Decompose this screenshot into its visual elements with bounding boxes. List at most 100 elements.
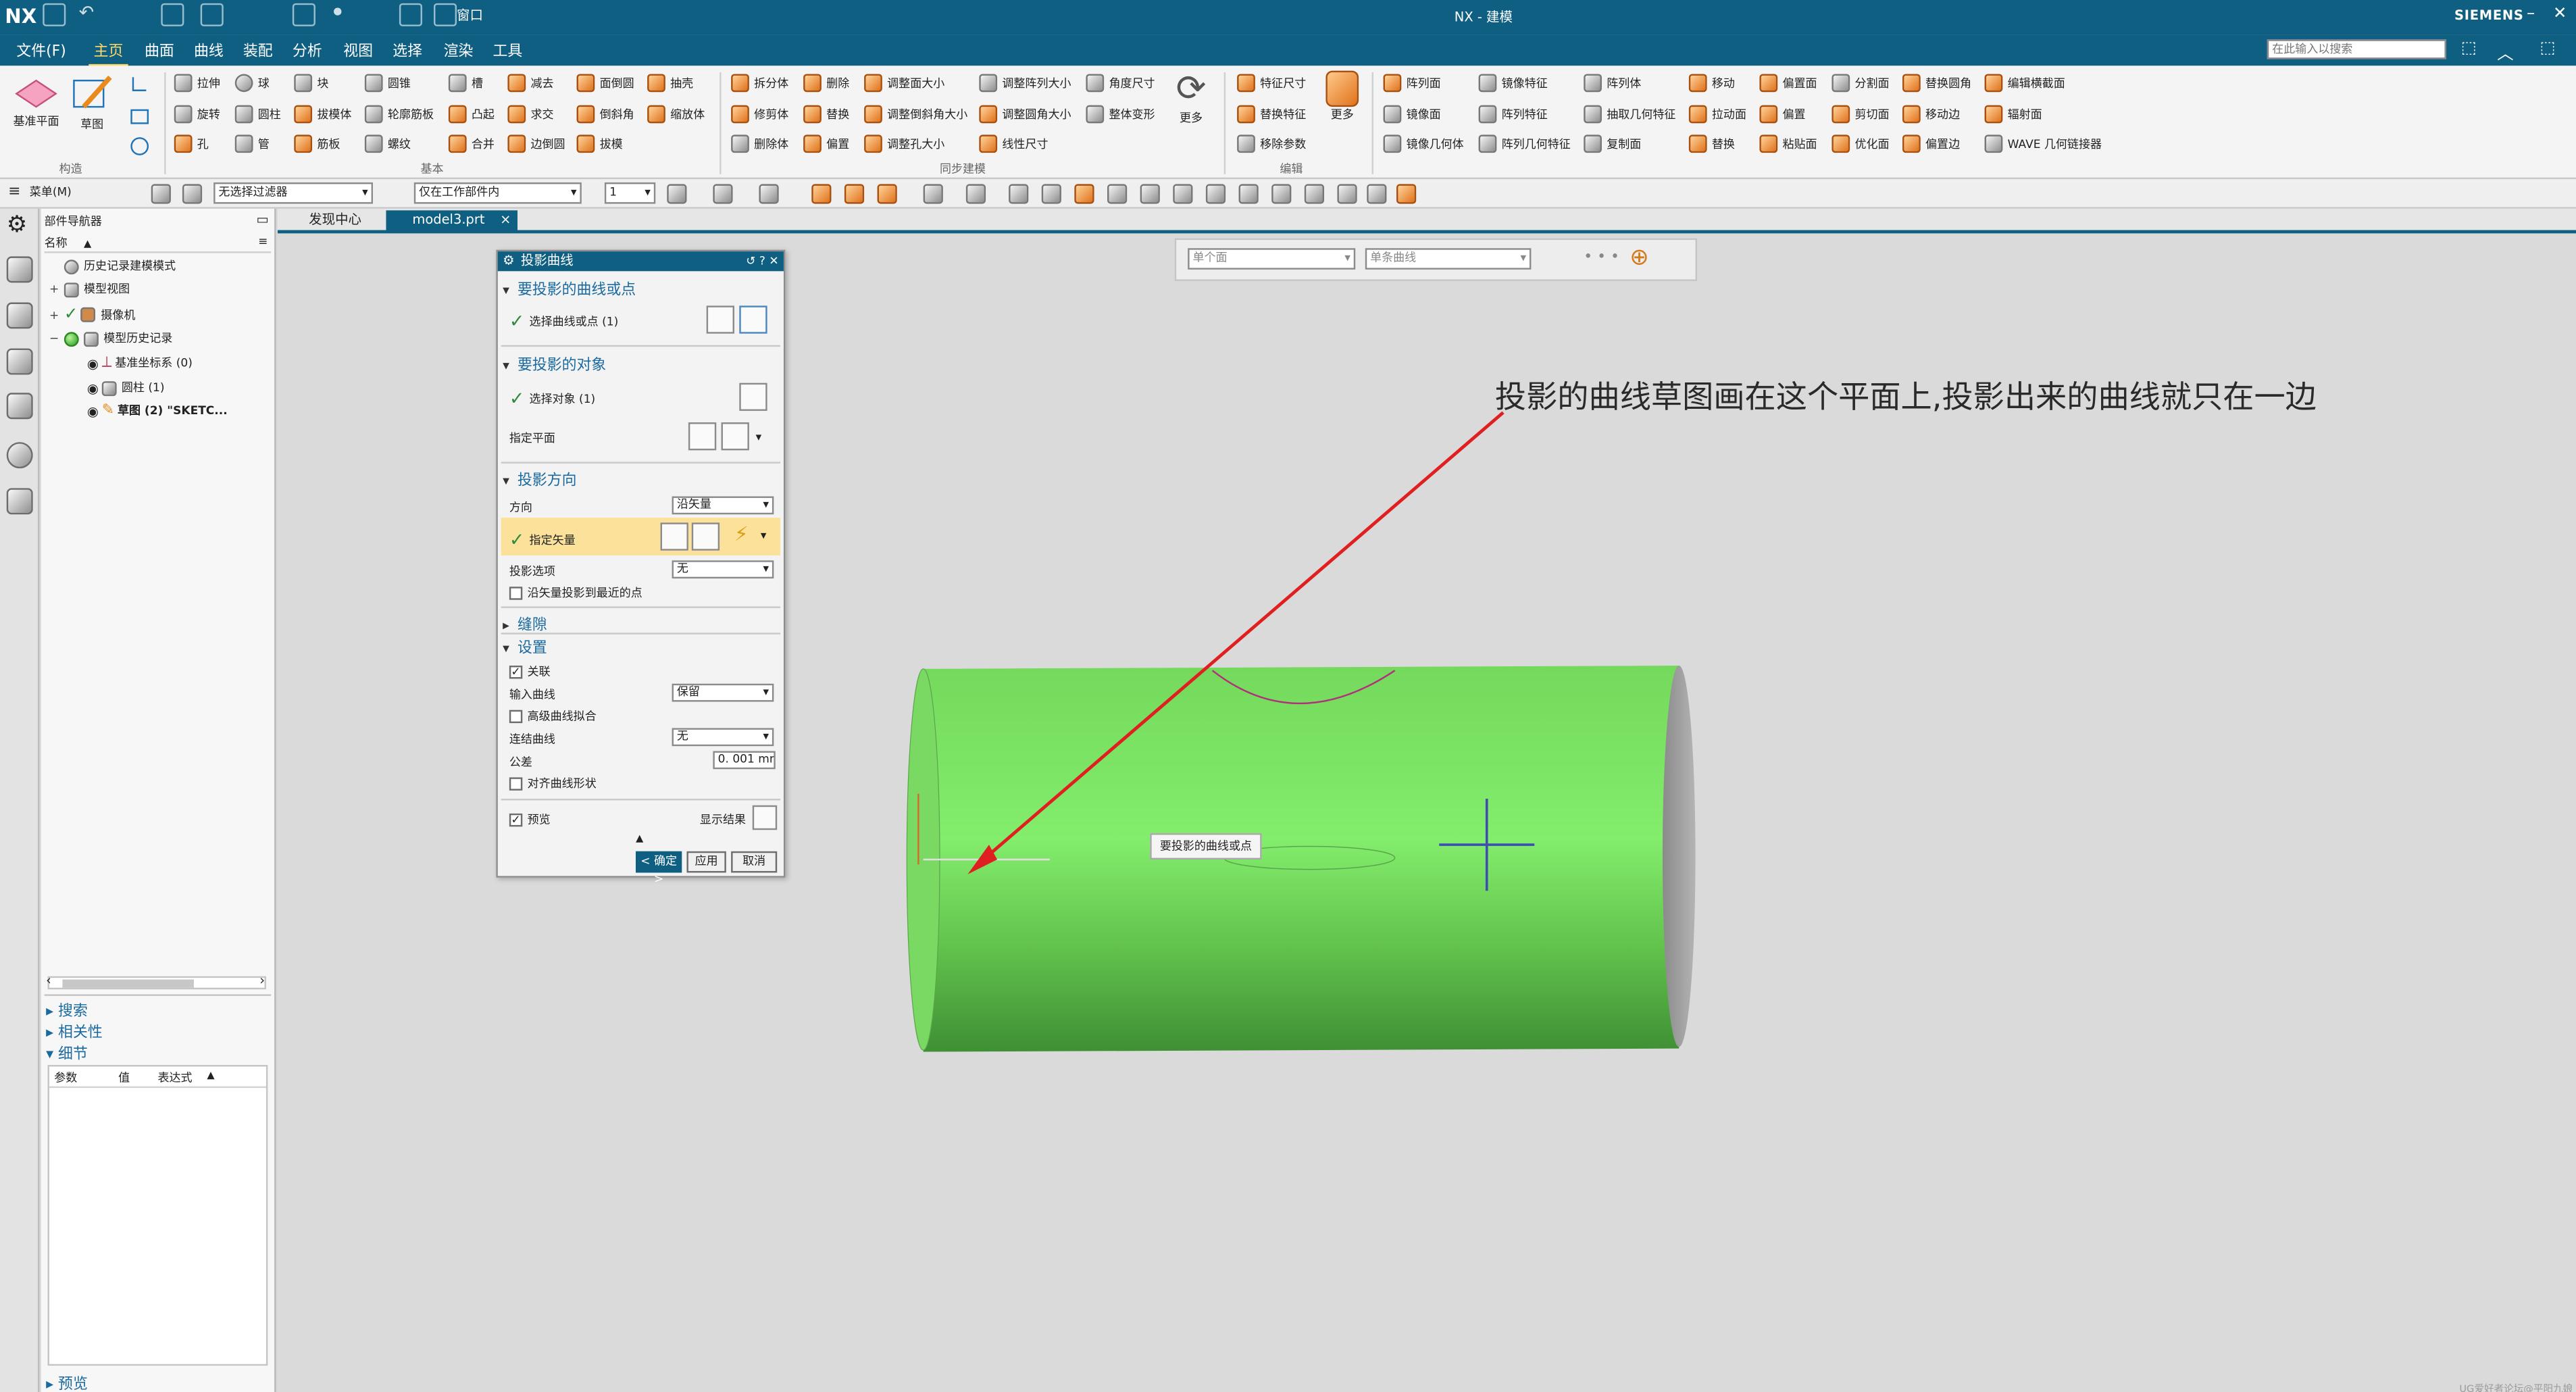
apply-button[interactable]: 应用 [686,851,726,873]
dialog-title-buttons[interactable]: ↺ ? ✕ [746,251,778,271]
resize-pattern-button[interactable]: 调整阵列大小 [979,74,1071,93]
divide-face-button[interactable]: 分割面 [1832,74,1890,93]
snap-grey-8-icon[interactable] [1205,184,1226,204]
preview-row[interactable]: ✓ 预览 [509,812,551,828]
tab-render[interactable]: 渲染 [444,39,474,61]
extract-geometry-button[interactable]: 抽取几何特征 [1584,105,1675,124]
snap-grey-4-icon[interactable] [1041,184,1061,204]
expand-icon[interactable]: + [49,308,61,321]
snap-grey-6-icon[interactable] [1140,184,1160,204]
hole-button[interactable]: 孔 [174,134,209,153]
tab-select[interactable]: 选择 [393,39,422,61]
point-dialog-icon[interactable] [706,305,734,334]
replace-blend-button[interactable]: 替换圆角 [1902,74,1971,93]
snap-grey-13-icon[interactable] [1367,184,1387,204]
tab-home[interactable]: 主页 [89,39,128,68]
mirror-face-button[interactable]: 镜像面 [1383,105,1441,124]
cone-button[interactable]: 圆锥 [364,74,411,93]
revolve-button[interactable]: 旋转 [174,105,220,124]
expand-icon[interactable]: + [49,282,61,295]
preview-checkbox[interactable]: ✓ [509,813,523,827]
tree-node-model-history[interactable]: − 模型历史记录 [49,330,172,347]
assembly-navigator-icon[interactable] [6,302,33,329]
nearest-point-row[interactable]: 沿矢量投影到最近的点 [509,585,642,601]
mirror-geometry-button[interactable]: 镜像几何体 [1383,134,1464,153]
constraint-navigator-icon[interactable] [6,348,33,375]
resize-hole-button[interactable]: 调整孔大小 [864,134,944,153]
split-body-button[interactable]: 拆分体 [731,74,788,93]
advanced-fit-checkbox[interactable] [509,710,523,724]
global-shaping-button[interactable]: 整体变形 [1086,105,1155,124]
vector-dialog-icon[interactable] [691,522,720,551]
thread-button[interactable]: 螺纹 [364,134,411,153]
details-col-param[interactable]: 参数 [54,1070,77,1086]
reverse-direction-icon[interactable] [660,522,688,551]
close-tab-icon[interactable]: × [500,210,511,230]
align-shape-checkbox[interactable] [509,777,523,791]
section-direction-header[interactable]: 投影方向 [503,468,577,489]
snap-orange-3-icon[interactable] [877,184,897,204]
feature-dimension-button[interactable]: 特征尺寸 [1237,74,1306,93]
face-blend-button[interactable]: 面倒圆 [576,74,634,93]
command-search-input[interactable]: 在此输入以搜索 [2267,39,2446,59]
fullscreen-icon[interactable]: ⬚ [2540,39,2556,57]
selection-cube-2-icon[interactable] [182,184,203,204]
input-curve-select[interactable]: 保留 [672,683,774,702]
wave-linker-button[interactable]: WAVE 几何链接器 [1984,134,2102,153]
slot-button[interactable]: 槽 [448,74,483,93]
offset-face-button[interactable]: 偏置面 [1759,74,1817,93]
delete-face-button[interactable]: 删除 [803,74,849,93]
cut-face-button[interactable]: 剪切面 [1832,105,1890,124]
tab-discovery-center[interactable]: 发现中心 [282,210,361,232]
pattern-geometry-button[interactable]: 阵列几何特征 [1478,134,1571,153]
snap-point-icon[interactable] [713,184,733,204]
tab-model3[interactable]: model3.prt × [386,210,518,232]
section-search[interactable]: ▸ 搜索 [46,999,88,1020]
tube-button[interactable]: 管 [234,134,270,153]
projection-option-select[interactable]: 无 [672,560,774,579]
tab-analysis[interactable]: 分析 [293,39,322,61]
plane-dialog-icon[interactable] [688,422,717,451]
scope-select[interactable]: 仅在工作部件内 [413,182,582,204]
section-settings-header[interactable]: 设置 [503,636,547,657]
move-face-button[interactable]: 移动 [1688,74,1735,93]
move-edge-button[interactable]: 移动边 [1902,105,1960,124]
vector-dropdown-icon[interactable]: ▾ [761,529,767,542]
cylinder-button[interactable]: 圆柱 [234,105,281,124]
replace-face-button[interactable]: 替换 [803,105,849,124]
align-shape-row[interactable]: 对齐曲线形状 [509,776,597,792]
level-select[interactable]: 1 [604,182,656,204]
angular-dimension-button[interactable]: 角度尺寸 [1086,74,1155,93]
copy-face-button[interactable]: 复制面 [1584,134,1641,153]
snap-curve-icon[interactable] [759,184,779,204]
selection-cube-icon[interactable] [151,184,171,204]
eye-icon[interactable]: ◉ [87,380,99,395]
column-options-icon[interactable]: ≡ [258,235,268,248]
snap-grey-5-icon[interactable] [1107,184,1128,204]
pattern-body-button[interactable]: 阵列体 [1584,74,1641,93]
associative-checkbox[interactable]: ✓ [509,666,523,679]
snap-grey-7-icon[interactable] [1173,184,1193,204]
intersect-button[interactable]: 求交 [507,105,554,124]
subtract-button[interactable]: 减去 [507,74,554,93]
block-button[interactable]: 块 [294,74,328,93]
scale-body-button[interactable]: 缩放体 [647,105,705,124]
menu-icon[interactable]: ≡ [8,184,28,203]
collapse-ribbon-icon[interactable]: ︿ [2497,39,2513,64]
settings-gear-icon[interactable]: ⚙ [7,212,33,239]
draft-body-button[interactable]: 拔模体 [294,105,351,124]
nearest-point-checkbox[interactable] [509,587,523,600]
dialog-settings-icon[interactable]: ⚙ [503,251,514,271]
scroll-thumb[interactable] [62,979,194,988]
tree-node-datum-csys[interactable]: ◉ ⟂ 基准坐标系 (0) [87,355,193,371]
type-filter-select[interactable]: 无选择过滤器 [213,182,374,204]
restore-icon[interactable]: ⬚ [2461,39,2477,57]
scroll-left-icon[interactable]: ‹ [46,973,51,988]
sphere-button[interactable]: 球 [234,74,270,93]
pattern-feature-button[interactable]: 阵列特征 [1478,105,1548,124]
delete-body-button[interactable]: 删除体 [731,134,788,153]
expand-dialog-icon[interactable]: ▲ [636,833,643,845]
chamfer-button[interactable]: 倒斜角 [576,105,634,124]
menu-button[interactable]: 菜单(M) [30,184,72,200]
tree-node-model-views[interactable]: + 模型视图 [49,281,130,297]
